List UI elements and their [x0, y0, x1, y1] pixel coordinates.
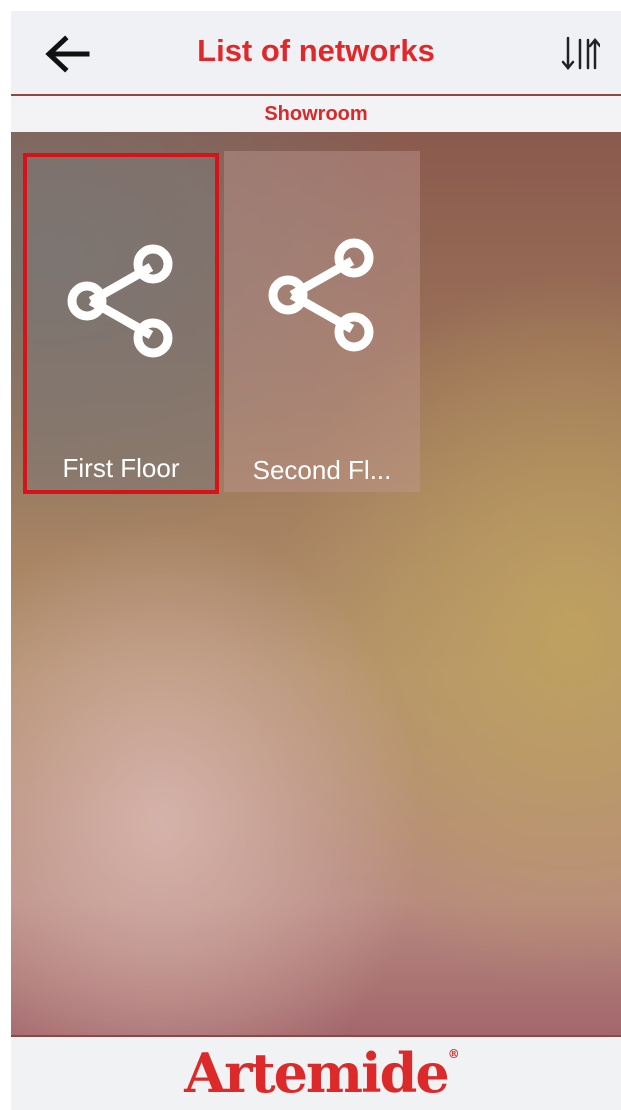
- registered-mark: ®: [447, 1047, 460, 1061]
- location-bar: Showroom: [11, 96, 621, 132]
- sort-arrows-icon: [561, 36, 600, 70]
- share-icon: [67, 244, 173, 358]
- footer: Artemide ®: [11, 1035, 621, 1110]
- network-grid: First Floor Second Fl...: [11, 132, 621, 1035]
- arrow-left-icon: [45, 35, 90, 73]
- share-icon: [268, 238, 374, 352]
- page-title: List of networks: [197, 33, 435, 68]
- network-label: Second Fl...: [252, 455, 392, 485]
- top-bar: List of networks: [11, 11, 621, 96]
- sort-button[interactable]: [557, 31, 603, 77]
- network-label: First Floor: [62, 453, 180, 483]
- brand-name: Artemide: [184, 1041, 449, 1105]
- network-tile-first-floor[interactable]: First Floor: [23, 153, 219, 494]
- network-tile-second-floor[interactable]: Second Fl...: [224, 151, 420, 492]
- artemide-logo: Artemide ®: [184, 1041, 459, 1105]
- app-screen: List of networks Showroom First Floor Se…: [11, 11, 621, 1110]
- back-button[interactable]: [39, 29, 95, 79]
- location-label: Showroom: [264, 103, 368, 125]
